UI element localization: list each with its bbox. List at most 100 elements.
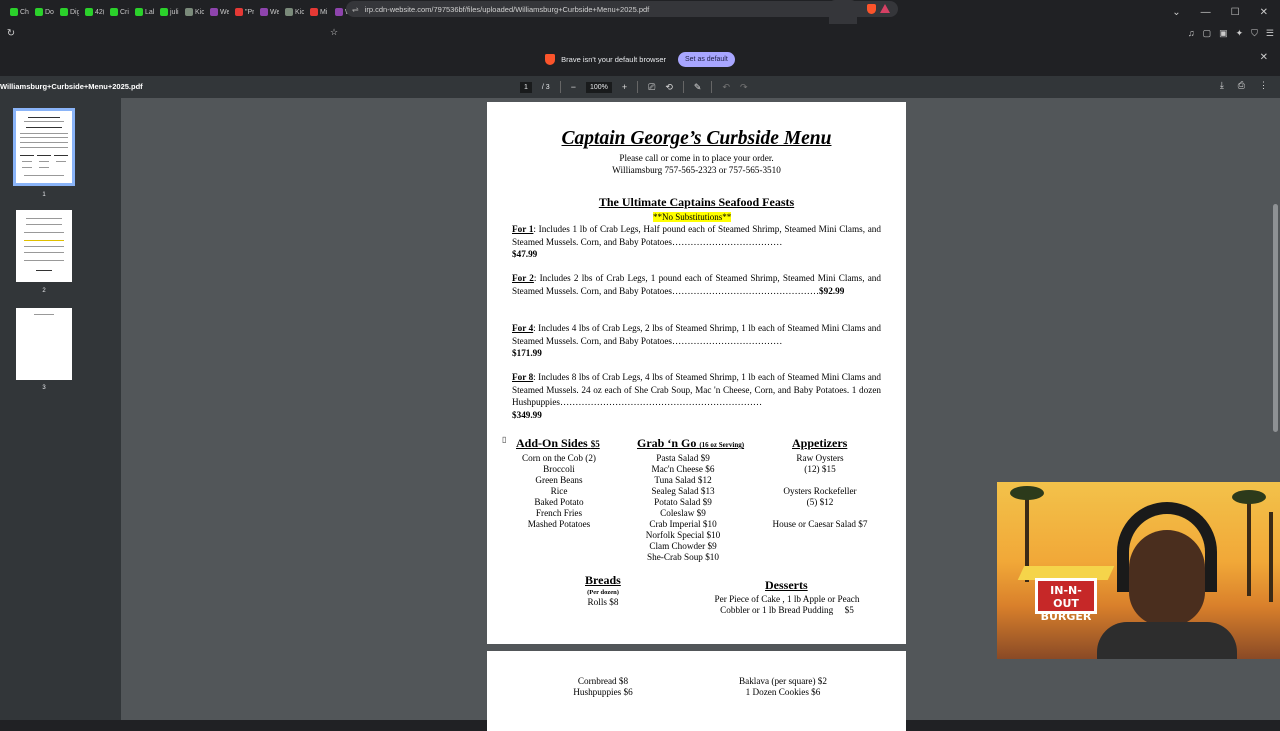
browser-tab[interactable]: Kic — [279, 0, 304, 24]
grab-n-go-item: Pasta Salad $9 — [656, 453, 710, 463]
tab-favicon-icon — [35, 8, 43, 16]
divider — [559, 81, 561, 93]
zoom-in-button[interactable]: + — [622, 82, 627, 92]
menu-phone: Williamsburg 757-565-2323 or 757-565-351… — [612, 165, 781, 175]
streamer-face — [1129, 530, 1205, 626]
maximize-icon[interactable]: ☐ — [1231, 7, 1240, 18]
set-default-button[interactable]: Set as default — [678, 51, 735, 67]
addon-side-item: Green Beans — [535, 475, 583, 485]
browser-tab[interactable]: Dig — [54, 0, 79, 24]
menu-icon[interactable]: ☰ — [1266, 28, 1274, 39]
feast-price: $47.99 — [512, 249, 538, 260]
media-icon[interactable]: ♫ — [1188, 28, 1195, 38]
undo-icon[interactable]: ↶ — [722, 82, 730, 93]
browser-tab[interactable]: We — [204, 0, 229, 24]
browser-tab[interactable]: Mi — [304, 0, 329, 24]
appetizer-item — [755, 475, 885, 486]
zoom-input[interactable]: 100% — [585, 81, 612, 93]
infobar-message: Brave isn't your default browser — [561, 54, 666, 64]
feast-item-2: For 2: Includes 2 lbs of Crab Legs, 1 po… — [512, 272, 881, 297]
grab-n-go-note: (16 oz Serving) — [699, 441, 745, 449]
sidebar-icon[interactable]: ▢ — [1203, 28, 1212, 39]
divider — [682, 81, 684, 93]
minimize-icon[interactable]: — — [1201, 7, 1211, 18]
appetizers-heading: Appetizers — [792, 436, 848, 450]
url-text[interactable]: irp.cdn-website.com/797536bf/files/uploa… — [365, 5, 650, 14]
tab-label: Kic — [195, 8, 204, 16]
close-window-icon[interactable]: ✕ — [1260, 7, 1268, 18]
feast-item-1: For 1: Includes 1 lb of Crab Legs, Half … — [512, 223, 881, 261]
browser-tab[interactable]: Cri — [104, 0, 129, 24]
grab-n-go-item: Mac'n Cheese $6 — [651, 464, 715, 474]
print-icon[interactable]: ⎙ — [1238, 80, 1245, 91]
wallet-icon[interactable]: ▣ — [1219, 28, 1228, 39]
palm-tree — [1247, 496, 1251, 596]
dessert-item: 1 Dozen Cookies $6 — [745, 687, 821, 697]
site-info-icon[interactable]: ⇌ — [352, 5, 359, 14]
thumbnail-page-3[interactable] — [16, 308, 72, 380]
grab-n-go-item: Clam Chowder $9 — [649, 541, 717, 551]
menu-title: Captain George’s Curbside Menu — [561, 128, 832, 149]
annotate-icon[interactable]: ✎ — [694, 82, 702, 93]
thumbnail-label-3: 3 — [42, 385, 46, 391]
thumbnail-label-2: 2 — [42, 288, 46, 294]
tab-label: We — [220, 8, 229, 16]
bookmark-icon[interactable]: ☆ — [330, 27, 338, 38]
more-options-icon[interactable]: ⋮ — [1259, 80, 1268, 91]
bread-item: Cornbread $8 — [577, 676, 629, 686]
page-total: / 3 — [541, 83, 550, 91]
grab-n-go-item: She-Crab Soup $10 — [647, 552, 719, 562]
redo-icon[interactable]: ↷ — [740, 82, 748, 93]
vpn-icon[interactable]: ⛉ — [1251, 28, 1258, 39]
tab-favicon-icon — [310, 8, 318, 16]
tab-search-icon[interactable]: ⌄ — [1172, 7, 1180, 18]
addon-sides-heading: Add-On Sides $5 — [516, 436, 600, 451]
tab-favicon-icon — [185, 8, 193, 16]
bread-item: Rolls $8 — [587, 597, 619, 607]
addon-sides-list: Corn on the Cob (2) Broccoli Green Beans Ri… — [504, 453, 614, 530]
mouse-cursor-icon: ▯ — [502, 435, 507, 444]
no-substitutions-note: **No Substitutions** — [653, 212, 732, 222]
grab-n-go-item: Sealeg Salad $13 — [651, 486, 715, 496]
addon-side-item: Baked Potato — [534, 497, 584, 507]
appetizer-item — [755, 508, 885, 519]
sign-line-2: BURGER — [1040, 610, 1092, 623]
desserts-continued-list: Baklava (per square) $2 1 Dozen Cookies $… — [723, 676, 843, 698]
dessert-item: Baklava (per square) $2 — [738, 676, 827, 686]
sign-line-1: IN-N-OUT — [1050, 584, 1082, 610]
browser-tab[interactable]: Kic — [179, 0, 204, 24]
browser-tab[interactable]: Lal — [129, 0, 154, 24]
browser-tab[interactable]: 42( — [79, 0, 104, 24]
palm-leaves — [1010, 486, 1044, 500]
browser-tab[interactable]: juli — [154, 0, 179, 24]
browser-tab[interactable]: Do — [29, 0, 54, 24]
reload-icon[interactable]: ↻ — [3, 28, 19, 39]
download-icon[interactable]: ⤓ — [1220, 80, 1224, 91]
menu-subtitle: Please call or come in to place your ord… — [619, 153, 774, 163]
address-bar[interactable]: ⇌ irp.cdn-website.com/797536bf/files/upl… — [346, 1, 898, 17]
desserts-list: Per Piece of Cake , 1 lb Apple or Peach C… — [687, 594, 887, 616]
tab-label: Mi — [320, 8, 328, 16]
rotate-icon[interactable]: ⟲ — [665, 82, 673, 93]
zoom-out-button[interactable]: − — [571, 82, 576, 92]
thumbnail-page-1[interactable] — [13, 108, 75, 186]
browser-tab[interactable]: "Pr — [229, 0, 254, 24]
brave-logo-icon — [545, 53, 556, 65]
brave-shields-icon[interactable] — [867, 4, 876, 14]
viewer-scrollbar[interactable] — [1273, 204, 1278, 432]
feast-price: $171.99 — [512, 348, 542, 359]
feast-description: : Includes 8 lbs of Crab Legs, 4 lbs of … — [512, 372, 881, 408]
browser-tab[interactable]: Ch — [4, 0, 29, 24]
appetizers-list: Raw Oysters (12) $15 Oysters Rockefeller (5… — [755, 453, 885, 530]
fit-page-icon[interactable]: ⎚ — [648, 82, 655, 93]
appetizer-item: (5) $12 — [806, 497, 834, 507]
breads-continued-list: Cornbread $8 Hushpuppies $6 — [553, 676, 653, 698]
page-number-input[interactable]: 1 — [520, 81, 532, 93]
dessert-item: Cobbler or 1 lb Bread Pudding $5 — [720, 605, 854, 615]
browser-tab[interactable]: We — [254, 0, 279, 24]
leo-icon[interactable]: ✦ — [1236, 28, 1244, 39]
thumbnail-page-2[interactable] — [16, 210, 72, 282]
brave-rewards-icon[interactable] — [880, 4, 890, 13]
infobar-close-icon[interactable]: ✕ — [1260, 52, 1268, 63]
bread-item: Hushpuppies $6 — [573, 687, 633, 697]
